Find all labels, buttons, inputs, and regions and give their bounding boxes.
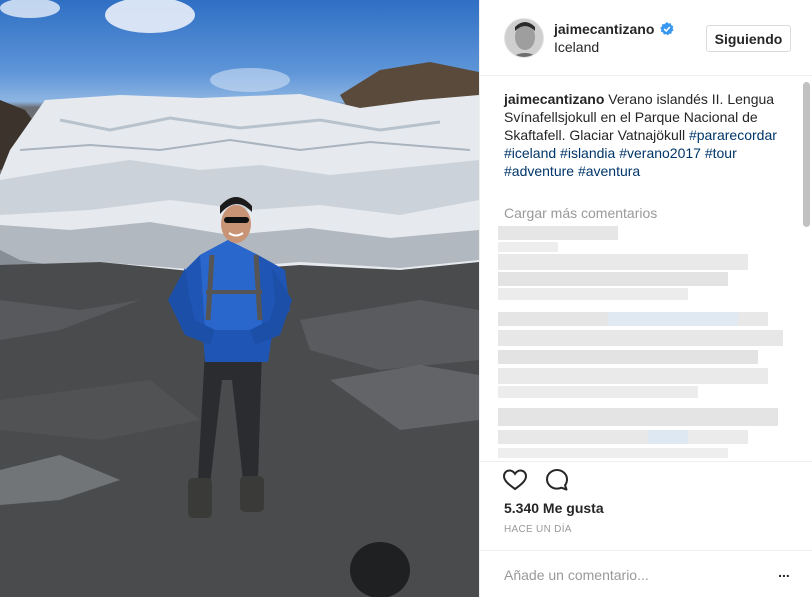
post-header: jaimecantizano Iceland Siguiendo xyxy=(480,0,812,76)
heart-icon[interactable] xyxy=(502,467,528,493)
hashtag[interactable]: #verano2017 xyxy=(619,145,701,161)
post-location[interactable]: Iceland xyxy=(554,39,599,55)
add-comment-bar: ... xyxy=(480,550,812,597)
glacier-hiker-image xyxy=(0,0,479,597)
post-caption: jaimecantizano Verano islandés II. Lengu… xyxy=(504,90,790,180)
avatar[interactable] xyxy=(504,18,544,58)
hashtag[interactable]: #adventure xyxy=(504,163,574,179)
comment-input[interactable] xyxy=(504,563,754,587)
speech-bubble-icon[interactable] xyxy=(544,467,570,493)
post-username[interactable]: jaimecantizano xyxy=(554,21,654,37)
post-timestamp: HACE UN DÍA xyxy=(504,524,572,535)
blurred-comments xyxy=(498,226,788,460)
post-photo[interactable] xyxy=(0,0,479,597)
hashtag[interactable]: #islandia xyxy=(560,145,615,161)
comments-scrollbar[interactable] xyxy=(803,82,810,227)
post-side-panel: jaimecantizano Iceland Siguiendo jaimeca… xyxy=(479,0,812,597)
hashtag[interactable]: #iceland xyxy=(504,145,556,161)
hashtag[interactable]: #aventura xyxy=(578,163,640,179)
following-button[interactable]: Siguiendo xyxy=(706,25,791,52)
load-more-comments-link[interactable]: Cargar más comentarios xyxy=(504,205,657,221)
comments-section: jaimecantizano Verano islandés II. Lengu… xyxy=(480,90,812,460)
more-options-button[interactable]: ... xyxy=(776,565,792,583)
post-actions: 5.340 Me gusta HACE UN DÍA ... xyxy=(480,461,812,597)
hashtag[interactable]: #pararecordar xyxy=(689,127,777,143)
hashtag[interactable]: #tour xyxy=(705,145,737,161)
verified-badge-icon xyxy=(660,22,674,36)
caption-author[interactable]: jaimecantizano xyxy=(504,91,604,107)
likes-count[interactable]: 5.340 Me gusta xyxy=(504,500,604,516)
